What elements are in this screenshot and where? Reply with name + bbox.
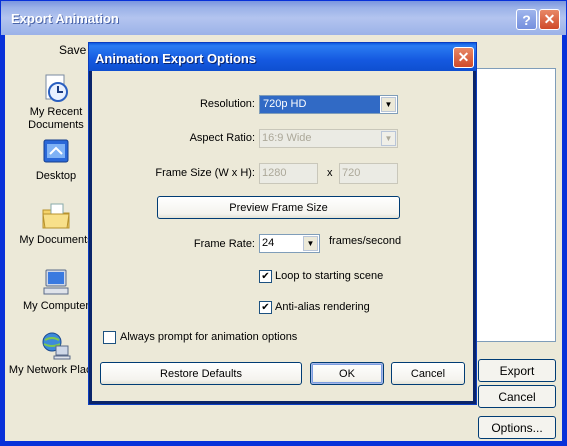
resolution-label: Resolution: bbox=[199, 98, 255, 110]
checkmark-icon: ✔ bbox=[261, 270, 270, 282]
resolution-value: 720p HD bbox=[260, 96, 380, 113]
help-icon[interactable]: ? bbox=[516, 9, 537, 30]
frame-rate-value: 24 bbox=[262, 237, 275, 249]
recent-documents-icon bbox=[40, 72, 72, 104]
frame-width-input[interactable]: 1280 bbox=[259, 163, 318, 184]
export-button[interactable]: Export bbox=[478, 359, 556, 382]
resolution-select[interactable]: 720p HD ▼ bbox=[259, 95, 398, 114]
dialog-title: Animation Export Options bbox=[95, 51, 257, 66]
antialias-checkbox[interactable]: ✔ bbox=[259, 301, 272, 314]
dialog-client-area: Resolution: 720p HD ▼ Aspect Ratio: 16:9… bbox=[92, 71, 473, 401]
frame-rate-unit: frames/second bbox=[329, 235, 402, 247]
always-prompt-label[interactable]: Always prompt for animation options bbox=[120, 331, 297, 343]
loop-label[interactable]: Loop to starting scene bbox=[275, 270, 383, 282]
outer-cancel-button[interactable]: Cancel bbox=[478, 385, 556, 408]
frame-rate-select[interactable]: 24 ▼ bbox=[259, 234, 320, 253]
file-list[interactable] bbox=[472, 68, 556, 342]
frame-size-label: Frame Size (W x H): bbox=[155, 167, 255, 179]
outer-close-icon[interactable]: ✕ bbox=[539, 9, 560, 30]
dialog-cancel-button[interactable]: Cancel bbox=[391, 362, 465, 385]
dialog-close-icon[interactable]: ✕ bbox=[453, 47, 474, 68]
aspect-ratio-label: Aspect Ratio: bbox=[189, 132, 255, 144]
animation-export-options-dialog: Animation Export Options ✕ Resolution: 7… bbox=[88, 42, 477, 405]
my-computer-icon bbox=[40, 266, 72, 298]
always-prompt-checkbox[interactable] bbox=[103, 331, 116, 344]
options-button[interactable]: Options... bbox=[478, 416, 556, 439]
loop-checkbox[interactable]: ✔ bbox=[259, 270, 272, 283]
frame-size-separator: x bbox=[327, 167, 333, 179]
preview-frame-size-button[interactable]: Preview Frame Size bbox=[157, 196, 400, 219]
chevron-down-icon[interactable]: ▼ bbox=[381, 131, 396, 146]
restore-defaults-button[interactable]: Restore Defaults bbox=[100, 362, 302, 385]
desktop-icon bbox=[40, 136, 72, 168]
my-documents-icon bbox=[40, 200, 72, 232]
checkmark-icon: ✔ bbox=[261, 301, 270, 313]
chevron-down-icon[interactable]: ▼ bbox=[381, 97, 396, 112]
aspect-ratio-value: 16:9 Wide bbox=[262, 132, 312, 144]
outer-window-title: Export Animation bbox=[11, 11, 119, 26]
places-bar: My Recent Documents Desktop My Documents bbox=[8, 38, 103, 398]
frame-height-input[interactable]: 720 bbox=[339, 163, 398, 184]
outer-title-bar[interactable]: Export Animation ? ✕ bbox=[1, 1, 566, 35]
ok-button[interactable]: OK bbox=[310, 362, 384, 385]
frame-rate-label: Frame Rate: bbox=[193, 238, 255, 250]
aspect-ratio-select[interactable]: 16:9 Wide ▼ bbox=[259, 129, 398, 148]
network-places-icon bbox=[40, 330, 72, 362]
antialias-label[interactable]: Anti-alias rendering bbox=[275, 301, 370, 313]
dialog-title-bar[interactable]: Animation Export Options ✕ bbox=[89, 43, 476, 71]
chevron-down-icon[interactable]: ▼ bbox=[303, 236, 318, 251]
